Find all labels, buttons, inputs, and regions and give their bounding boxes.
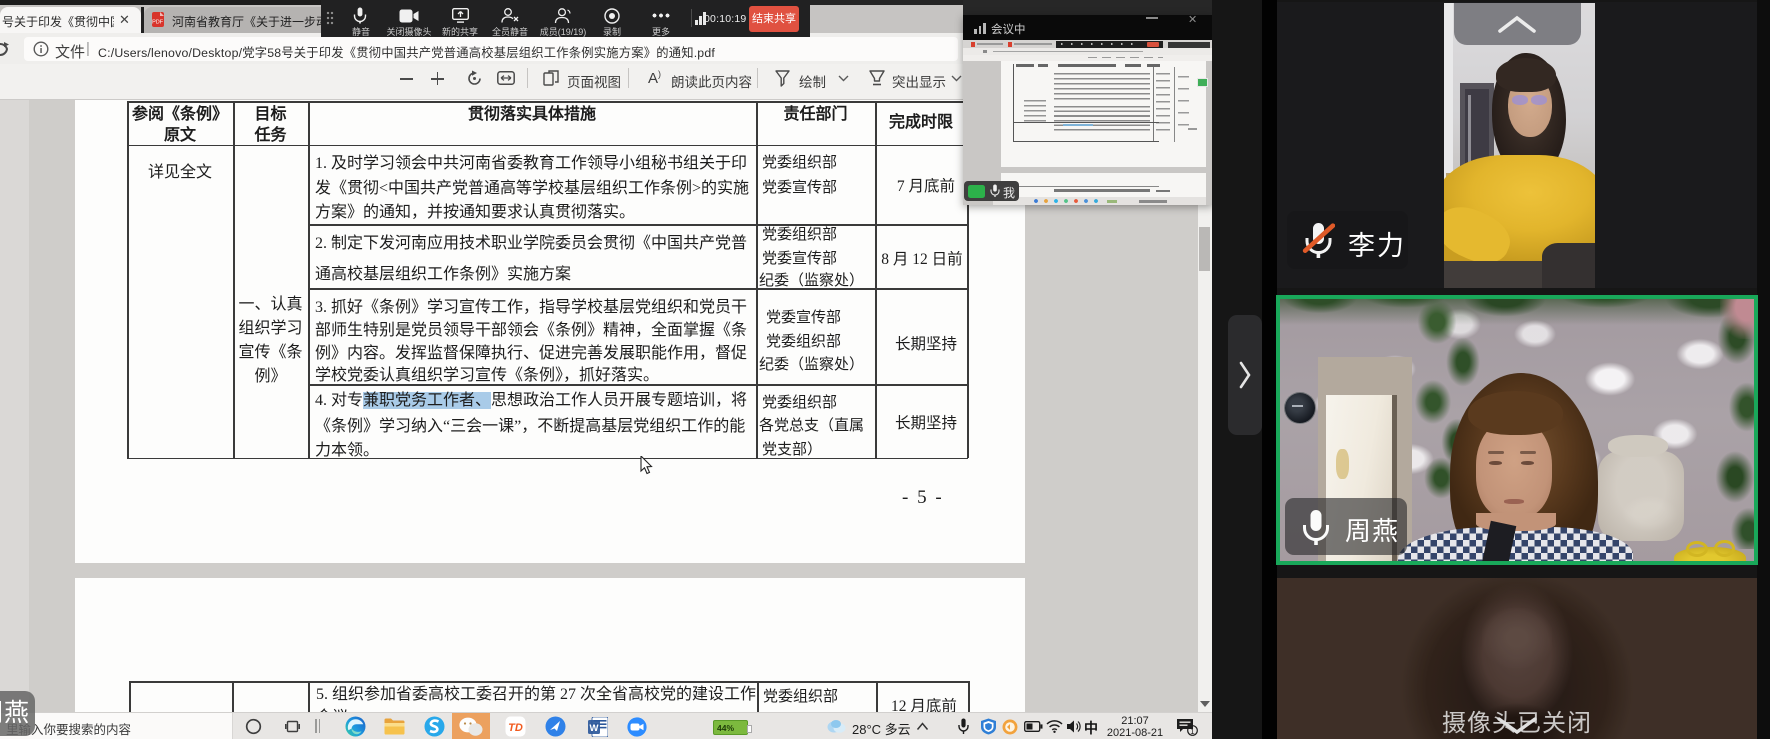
svg-text:1: 1 [1190, 727, 1195, 736]
svg-text:TD: TD [508, 722, 523, 734]
svg-text:W: W [590, 723, 599, 734]
